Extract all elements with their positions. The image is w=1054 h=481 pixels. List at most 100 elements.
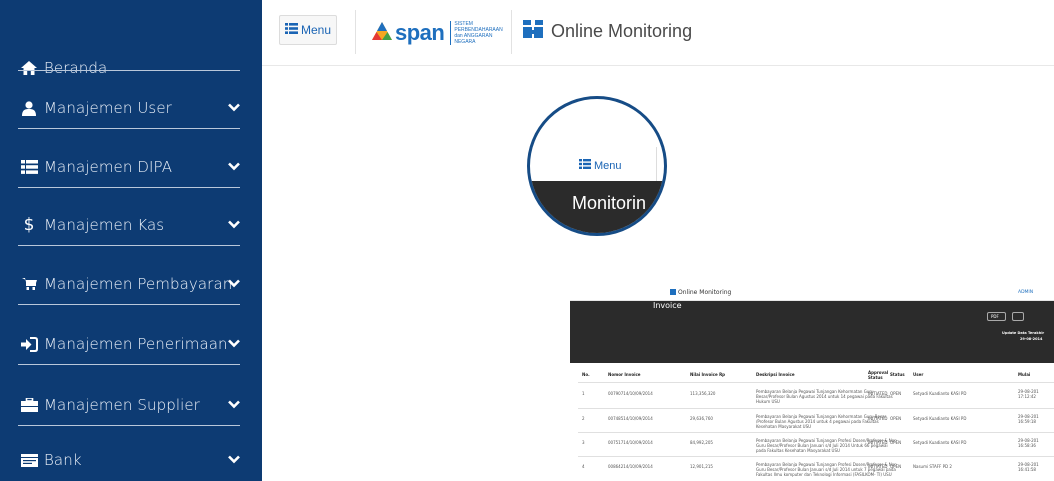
user-icon bbox=[20, 100, 38, 116]
table-header: Nilai Invoice Rp bbox=[690, 372, 726, 377]
preview-title-rest: Invoice bbox=[653, 301, 682, 310]
sidebar-divider bbox=[18, 425, 240, 426]
menu-button[interactable]: Menu bbox=[279, 15, 337, 45]
cell-status: OPEN bbox=[890, 391, 902, 396]
sidebar-divider bbox=[18, 70, 240, 71]
cell-desc: pada Fakultas Kesehatan Masyarakat USU bbox=[756, 448, 840, 453]
admin-label[interactable]: ADMIN bbox=[1018, 290, 1033, 295]
page-title-text: Online Monitoring bbox=[551, 21, 693, 41]
table-header: User bbox=[913, 372, 924, 377]
cell-nilai: 113,356,320 bbox=[690, 391, 716, 396]
table-header: Status bbox=[890, 372, 905, 377]
cell-desc: Kesehatan Masyarakat USU bbox=[756, 424, 812, 429]
cell-nomor: 00864214/10/09/2014 bbox=[608, 464, 653, 469]
cell-nomor: 00751714/10/09/2014 bbox=[608, 440, 653, 445]
chevron-down-icon[interactable] bbox=[228, 99, 240, 117]
export-button[interactable] bbox=[1012, 312, 1024, 321]
cell-approval: INITIATED bbox=[868, 416, 888, 421]
cell-nilai: 84,992,205 bbox=[690, 440, 713, 445]
briefcase-icon bbox=[20, 398, 38, 412]
cell-mulai-time: 17:12:42 bbox=[1018, 394, 1036, 399]
pdf-button[interactable]: PDF bbox=[987, 312, 1006, 321]
sidebar-divider bbox=[18, 304, 240, 305]
span-logo[interactable]: span SISTEM PERBENDAHARAAN dan ANGGARAN … bbox=[372, 20, 512, 46]
preview-header: Invoice PDF Update Data Terakhir 29-08-2… bbox=[570, 301, 1054, 363]
sidebar-divider bbox=[18, 187, 240, 188]
cell-desc: Fakultas Ilmu komputer dan Teknologi Inf… bbox=[756, 472, 892, 477]
table-header: No. bbox=[582, 372, 590, 377]
span-logo-sub-2: dan ANGGARAN NEGARA bbox=[454, 33, 493, 45]
span-triangle-icon bbox=[372, 21, 392, 45]
list-icon bbox=[284, 23, 298, 37]
span-logo-sub-1: SISTEM PERBENDAHARAAN bbox=[454, 21, 503, 33]
table-divider bbox=[578, 408, 1054, 409]
cell-approval: INITIATED bbox=[868, 464, 888, 469]
cell-mulai-time: 16:58:36 bbox=[1018, 443, 1036, 448]
cell-approval: INITIATED bbox=[868, 440, 888, 445]
preview-topbar: Online Monitoring ADMIN bbox=[570, 283, 1054, 301]
cell-user: Setyadi Kuadianto KASI PD bbox=[913, 440, 967, 445]
menu-button-label: Menu bbox=[300, 23, 332, 37]
preview-divider bbox=[656, 147, 657, 181]
cell-no: 1 bbox=[582, 391, 585, 396]
chevron-down-icon[interactable] bbox=[228, 451, 240, 469]
home-icon bbox=[20, 61, 38, 75]
table-header: Approval Status bbox=[868, 370, 889, 380]
update-label: Update Data Terakhir bbox=[1002, 331, 1045, 335]
preview-title-zoom: Monitorin bbox=[572, 193, 647, 213]
cart-icon bbox=[20, 277, 38, 291]
cell-no: 4 bbox=[582, 464, 585, 469]
cell-no: 2 bbox=[582, 416, 585, 421]
cell-nomor: 00748514/10/09/2014 bbox=[608, 416, 653, 421]
chevron-down-icon[interactable] bbox=[228, 158, 240, 176]
cell-nilai: 29,636,760 bbox=[690, 416, 713, 421]
cell-user: Setyadi Kuadianto KASI PD bbox=[913, 391, 967, 396]
chevron-down-icon[interactable] bbox=[228, 396, 240, 414]
cell-status: OPEN bbox=[890, 416, 902, 421]
list-icon bbox=[20, 160, 38, 174]
sidebar-item-label: Beranda bbox=[44, 59, 108, 77]
update-date: 29-08-2014 bbox=[1020, 337, 1043, 341]
cell-nilai: 12,901,215 bbox=[690, 464, 713, 469]
topbar-divider bbox=[355, 10, 356, 54]
app-root: Beranda Manajemen User Manajemen DIPA $ … bbox=[0, 0, 1054, 481]
chevron-down-icon[interactable] bbox=[228, 275, 240, 293]
table-header: Nomor Invoice bbox=[608, 372, 641, 377]
sign-in-icon bbox=[20, 336, 38, 352]
cell-status: OPEN bbox=[890, 440, 902, 445]
cell-status: OPEN bbox=[890, 464, 902, 469]
sidebar-item-bank[interactable]: Bank bbox=[0, 432, 262, 481]
table-divider bbox=[578, 456, 1054, 457]
sidebar-divider bbox=[18, 364, 240, 365]
table-divider bbox=[578, 432, 1054, 433]
list-icon bbox=[579, 159, 591, 172]
sidebar: Beranda Manajemen User Manajemen DIPA $ … bbox=[0, 0, 262, 481]
page-title: Online Monitoring bbox=[523, 20, 692, 43]
preview-title: Online Monitoring bbox=[678, 289, 732, 296]
cell-no: 3 bbox=[582, 440, 585, 445]
chevron-down-icon[interactable] bbox=[228, 335, 240, 353]
cell-nomor: 00790714/10/09/2014 bbox=[608, 391, 653, 396]
cell-desc: Hukum USU bbox=[756, 399, 780, 404]
monitoring-icon bbox=[523, 20, 543, 43]
cell-user: Setyadi Kuadianto KASI PD bbox=[913, 416, 967, 421]
bank-icon bbox=[20, 453, 38, 467]
dollar-icon: $ bbox=[23, 215, 35, 235]
chevron-down-icon[interactable] bbox=[228, 216, 240, 234]
topbar-divider bbox=[511, 10, 512, 54]
cell-mulai-time: 16:41:58 bbox=[1018, 467, 1036, 472]
table-header: Mulai bbox=[1018, 372, 1031, 377]
span-logo-word: span bbox=[395, 20, 445, 45]
cell-mulai-time: 16:59:18 bbox=[1018, 419, 1036, 424]
preview-menu-label: Menu bbox=[594, 159, 622, 172]
cell-user: Nasumi STAFF PD 2 bbox=[913, 464, 952, 469]
cell-approval: INITIATED bbox=[868, 391, 888, 396]
magnifier-circle: Menu Monitorin bbox=[527, 96, 667, 236]
sidebar-divider bbox=[18, 245, 240, 246]
preview-menu-button[interactable]: Menu bbox=[579, 159, 622, 172]
table-header: Deskripsi Invoice bbox=[756, 372, 795, 377]
span-logo-subtitle: SISTEM PERBENDAHARAAN dan ANGGARAN NEGAR… bbox=[450, 21, 512, 45]
sidebar-divider bbox=[18, 128, 240, 129]
table-divider bbox=[578, 382, 1054, 383]
monitoring-icon bbox=[670, 289, 676, 295]
